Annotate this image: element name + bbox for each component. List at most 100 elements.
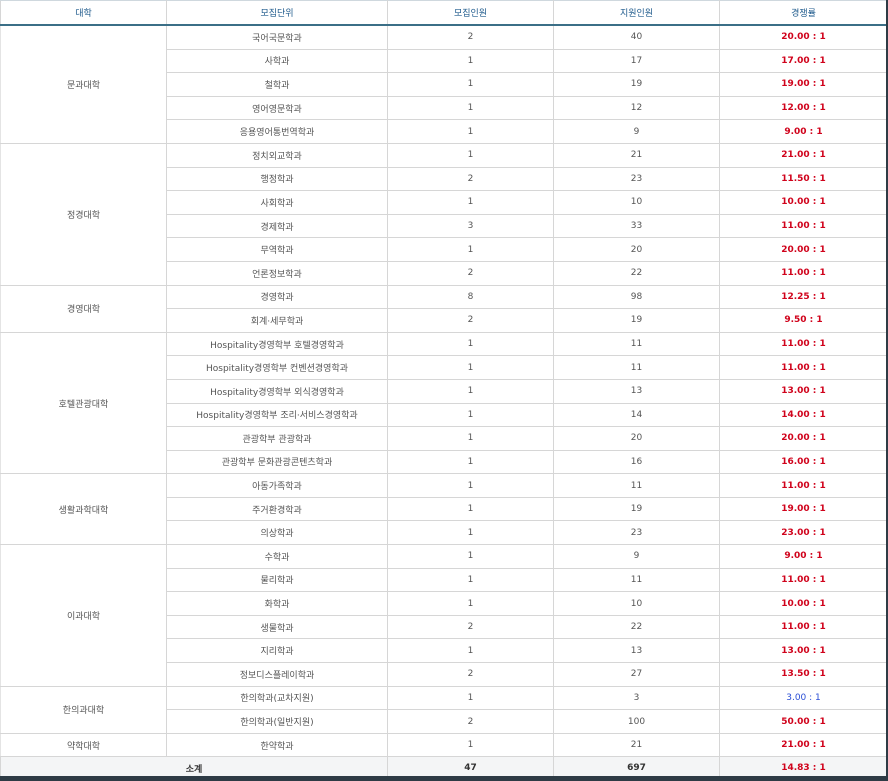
page: 대학 모집단위 모집인원 지원인원 경쟁률 문과대학 국어국문학과 2 40 20.00… (0, 0, 888, 781)
quota-cell: 1 (387, 544, 554, 569)
applicants-cell: 10 (553, 591, 720, 616)
unit-cell: 국어국문학과 (166, 24, 388, 50)
college-cell: 생활과학대학 (0, 473, 167, 546)
applicants-cell: 40 (553, 24, 720, 50)
ratio-cell: 19.00 : 1 (719, 72, 888, 97)
unit-cell: 정치외교학과 (166, 142, 388, 168)
ratio-cell: 13.00 : 1 (719, 378, 888, 404)
unit-cell: 지리학과 (166, 638, 388, 664)
unit-cell: Hospitality경영학부 조리·서비스경영학과 (166, 402, 388, 428)
quota-cell: 2 (387, 614, 554, 640)
quota-cell: 3 (387, 213, 554, 239)
quota-cell: 1 (387, 473, 554, 498)
ratio-cell: 10.00 : 1 (719, 591, 888, 616)
quota-cell: 2 (387, 662, 554, 687)
college-cell: 문과대학 (0, 24, 167, 144)
applicants-cell: 21 (553, 732, 720, 758)
ratio-cell: 11.00 : 1 (719, 260, 888, 286)
ratio-cell: 13.00 : 1 (719, 638, 888, 664)
ratio-cell: 17.00 : 1 (719, 48, 888, 74)
unit-cell: 정보디스플레이학과 (166, 662, 388, 687)
quota-cell: 8 (387, 284, 554, 310)
bottom-bar (0, 776, 888, 781)
applicants-cell: 22 (553, 260, 720, 286)
quota-cell: 1 (387, 378, 554, 404)
quota-cell: 1 (387, 567, 554, 593)
quota-cell: 1 (387, 449, 554, 475)
applicants-cell: 13 (553, 638, 720, 664)
header-ratio: 경쟁률 (719, 0, 888, 26)
applicants-cell: 98 (553, 284, 720, 310)
ratio-cell: 11.00 : 1 (719, 355, 888, 380)
quota-cell: 1 (387, 95, 554, 121)
table-row: 문과대학 국어국문학과 2 40 20.00 : 1 (0, 24, 888, 144)
college-cell: 호텔관광대학 (0, 331, 167, 475)
ratio-cell: 11.00 : 1 (719, 567, 888, 593)
quota-cell: 2 (387, 709, 554, 734)
ratio-cell: 23.00 : 1 (719, 520, 888, 546)
ratio-cell: 3.00 : 1 (719, 685, 888, 711)
unit-cell: Hospitality경영학부 외식경영학과 (166, 378, 388, 404)
unit-cell: 언론정보학과 (166, 260, 388, 286)
applicants-cell: 11 (553, 355, 720, 380)
unit-cell: 영어영문학과 (166, 95, 388, 121)
quota-cell: 2 (387, 24, 554, 50)
quota-cell: 1 (387, 402, 554, 428)
quota-cell: 1 (387, 520, 554, 546)
applicants-cell: 22 (553, 614, 720, 640)
applicants-cell: 9 (553, 544, 720, 569)
header-college: 대학 (0, 0, 167, 26)
applicants-cell: 19 (553, 72, 720, 97)
college-cell: 약학대학 (0, 732, 167, 758)
applicants-cell: 23 (553, 166, 720, 192)
table-row: 정경대학 정치외교학과 1 21 21.00 : 1 (0, 142, 888, 286)
table-row: 호텔관광대학 Hospitality경영학부 호텔경영학과 1 11 11.00 : 1 (0, 331, 888, 475)
applicants-cell: 11 (553, 473, 720, 498)
unit-cell: 관광학부 문화관광콘텐츠학과 (166, 449, 388, 475)
unit-cell: 관광학부 관광학과 (166, 426, 388, 451)
unit-cell: 주거환경학과 (166, 496, 388, 522)
unit-cell: 화학과 (166, 591, 388, 616)
applicants-cell: 23 (553, 520, 720, 546)
quota-cell: 1 (387, 426, 554, 451)
ratio-cell: 9.00 : 1 (719, 544, 888, 569)
unit-cell: 경영학과 (166, 284, 388, 310)
applicants-cell: 27 (553, 662, 720, 687)
applicants-cell: 17 (553, 48, 720, 74)
table-body: 문과대학 국어국문학과 2 40 20.00 : 1 사학과 1 17 17.00 : 1 철학과… (0, 24, 888, 758)
applicants-cell: 20 (553, 237, 720, 262)
table-row: 한의과대학 한의학과(교차지원) 1 3 3.00 : 1 (0, 685, 888, 734)
unit-cell: 한의학과(교차지원) (166, 685, 388, 711)
ratio-cell: 9.50 : 1 (719, 308, 888, 333)
unit-cell: 의상학과 (166, 520, 388, 546)
ratio-cell: 21.00 : 1 (719, 732, 888, 758)
quota-cell: 1 (387, 72, 554, 97)
applicants-cell: 3 (553, 685, 720, 711)
applicants-cell: 9 (553, 119, 720, 144)
unit-cell: 수학과 (166, 544, 388, 569)
ratio-cell: 11.00 : 1 (719, 473, 888, 498)
applicants-cell: 16 (553, 449, 720, 475)
ratio-cell: 19.00 : 1 (719, 496, 888, 522)
quota-cell: 2 (387, 260, 554, 286)
quota-cell: 1 (387, 142, 554, 168)
ratio-cell: 16.00 : 1 (719, 449, 888, 475)
unit-cell: 생물학과 (166, 614, 388, 640)
table-row: 생활과학대학 아동가족학과 1 11 11.00 : 1 (0, 473, 888, 546)
applicants-cell: 21 (553, 142, 720, 168)
unit-cell: 사학과 (166, 48, 388, 74)
ratio-cell: 11.00 : 1 (719, 213, 888, 239)
applicants-cell: 13 (553, 378, 720, 404)
ratio-cell: 11.50 : 1 (719, 166, 888, 192)
ratio-cell: 11.00 : 1 (719, 331, 888, 357)
ratio-cell: 20.00 : 1 (719, 24, 888, 50)
unit-cell: 사회학과 (166, 190, 388, 215)
quota-cell: 2 (387, 166, 554, 192)
college-cell: 이과대학 (0, 544, 167, 687)
quota-cell: 1 (387, 685, 554, 711)
unit-cell: 한의학과(일반지원) (166, 709, 388, 734)
quota-cell: 1 (387, 190, 554, 215)
applicants-cell: 19 (553, 308, 720, 333)
quota-cell: 1 (387, 119, 554, 144)
ratio-cell: 13.50 : 1 (719, 662, 888, 687)
